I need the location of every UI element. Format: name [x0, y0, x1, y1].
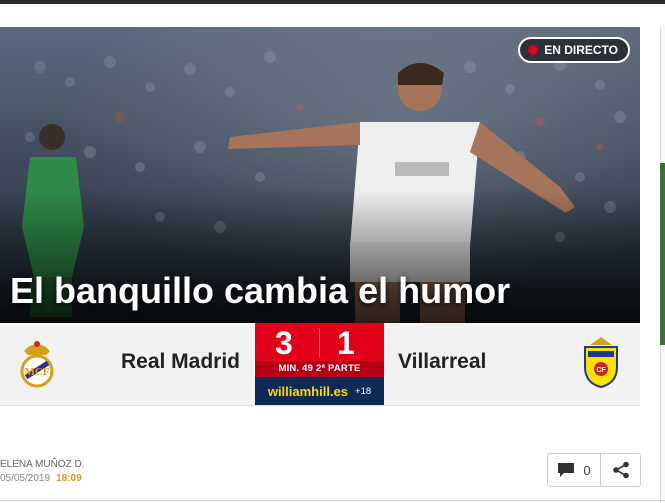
home-team-name[interactable]: Real Madrid	[121, 349, 240, 375]
comment-icon	[558, 463, 575, 477]
svg-text:CF: CF	[596, 367, 606, 374]
live-label: EN DIRECTO	[544, 43, 618, 57]
away-team-name[interactable]: Villarreal	[398, 349, 486, 375]
age-restriction: +18	[355, 385, 372, 397]
live-dot-icon	[528, 45, 539, 55]
share-button[interactable]	[601, 454, 640, 486]
bookmaker-name: williamhill.es	[267, 383, 349, 399]
villarreal-crest-icon: CF	[584, 337, 618, 389]
article-meta: ELENA MUÑOZ D. 05/05/2019 18:09	[0, 458, 84, 486]
header-spacer	[0, 4, 665, 27]
author-name[interactable]: ELENA MUÑOZ D.	[0, 458, 84, 472]
live-badge[interactable]: EN DIRECTO	[518, 37, 630, 63]
score-separator	[319, 329, 320, 357]
right-rail-thumbnail[interactable]	[660, 163, 665, 345]
svg-text:MCF: MCF	[24, 366, 49, 378]
publish-time: 18:09	[56, 473, 82, 484]
comments-button[interactable]: 0	[548, 454, 601, 486]
share-icon	[612, 461, 629, 479]
article-actions: 0	[547, 453, 641, 487]
away-score: 1	[337, 325, 355, 361]
headline[interactable]: El banquillo cambia el humor	[10, 271, 510, 311]
hero-photo[interactable]: EN DIRECTO El banquillo cambia el humor	[0, 27, 640, 323]
score-box[interactable]: 3 1 MIN. 49 2ª PARTE williamhill.es +18	[255, 323, 384, 405]
publish-date: 05/05/2019	[0, 473, 51, 484]
comment-count: 0	[583, 462, 591, 478]
real-madrid-crest-icon: MCF	[20, 341, 54, 388]
match-minute: MIN. 49 2ª PARTE	[255, 361, 384, 377]
bookmaker-banner[interactable]: williamhill.es +18	[255, 377, 384, 405]
home-score: 3	[275, 325, 293, 361]
divider	[0, 500, 665, 501]
scoreboard[interactable]: MCF Real Madrid 3 1 MIN. 49 2ª PARTE wil…	[0, 323, 640, 406]
